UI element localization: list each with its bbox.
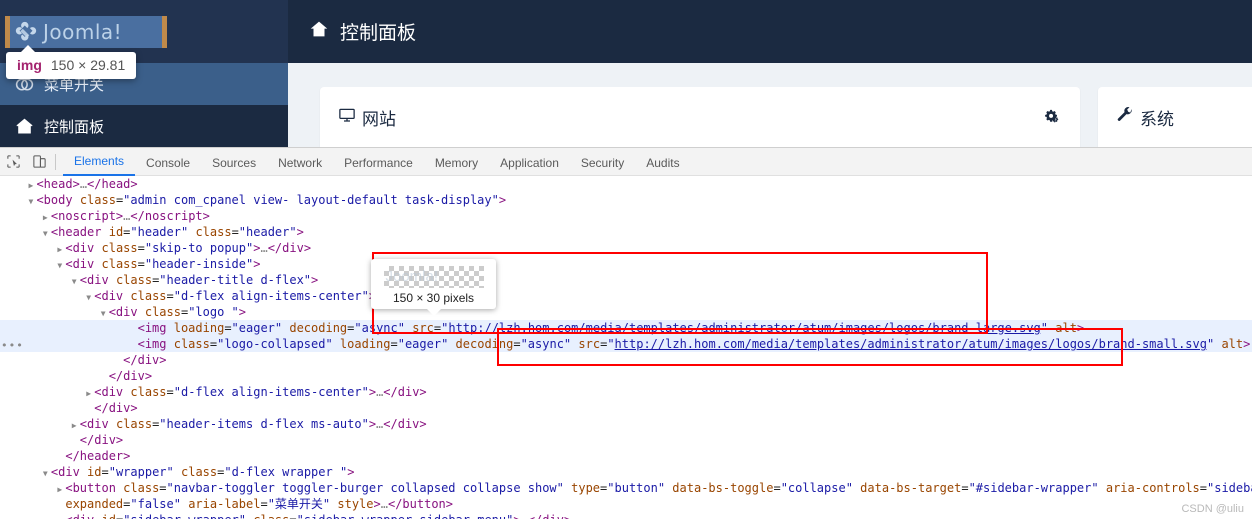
dom-tree-line[interactable]: </div> [0, 400, 1252, 416]
site-panel: 网站 [320, 87, 1080, 147]
dom-tree-line[interactable]: ▶<div id="sidebar-wrapper" class="sideba… [0, 512, 1252, 519]
devtools-panel: Elements Console Sources Network Perform… [0, 147, 1252, 519]
system-panel-header: 系统 [1098, 87, 1252, 147]
dom-tree-line[interactable]: ▼ <div class="header-title d-flex"> [0, 272, 1252, 288]
dom-tree-line[interactable]: </div> [0, 352, 1252, 368]
tab-elements[interactable]: Elements [63, 148, 136, 176]
image-preview-tooltip: Joomla! 150 × 30 pixels [371, 259, 496, 316]
logo-selection-highlight: Joomla! [5, 16, 167, 48]
dom-tree-line[interactable]: ▶ <div class="skip-to popup">…</div> [0, 240, 1252, 256]
element-dimension-tooltip: img 150 × 29.81 [6, 45, 137, 79]
home-icon [14, 116, 44, 137]
monitor-icon [338, 106, 356, 129]
tab-network[interactable]: Network [267, 150, 333, 176]
dom-tree-line[interactable]: ▼ <div class="header-inside"> [0, 256, 1252, 272]
dom-tree-line[interactable]: <img loading="eager" decoding="async" sr… [0, 320, 1252, 336]
tab-console[interactable]: Console [135, 150, 201, 176]
dom-tree-line[interactable]: </div> [0, 432, 1252, 448]
site-panel-header: 网站 [320, 87, 1080, 147]
dom-tree-line[interactable]: ▶ <noscript>…</noscript> [0, 208, 1252, 224]
page-header: 控制面板 [288, 0, 1252, 63]
inspect-element-icon[interactable] [0, 149, 26, 175]
tab-audits[interactable]: Audits [635, 150, 690, 176]
devtools-toolbar: Elements Console Sources Network Perform… [0, 148, 1252, 176]
logo-image-highlight: Joomla! [10, 16, 162, 48]
tab-memory[interactable]: Memory [424, 150, 489, 176]
joomla-brand-icon [15, 21, 37, 41]
dom-tree-line[interactable]: ▶ <div class="d-flex align-items-center">… [0, 384, 1252, 400]
devtools-tabs: Elements Console Sources Network Perform… [63, 148, 691, 176]
watermark: CSDN @uliu [1181, 503, 1244, 515]
dom-tree-line[interactable]: ▼ <header id="header" class="header"> [0, 224, 1252, 240]
page-title: 控制面板 [340, 23, 417, 44]
panel-title-text: 系统 [1140, 109, 1174, 129]
dom-tree-line[interactable]: ••• <img class="logo-collapsed" loading=… [0, 336, 1252, 352]
device-toolbar-icon[interactable] [26, 149, 52, 175]
site-panel-title: 网站 [338, 105, 396, 130]
admin-content: 控制面板 网站 系统 [288, 0, 1252, 147]
dom-tree-line[interactable]: ▼ <body class="admin com_cpanel view- lay… [0, 192, 1252, 208]
image-preview-thumbnail: Joomla! [383, 266, 484, 288]
panel-title-text: 网站 [362, 109, 396, 129]
screenshot-root: Joomla! 菜单开关 控制面板 控制面板 网站 系统 img 150 × 2… [0, 0, 1252, 519]
dom-tree-line[interactable]: ▼<div class="d-flex align-items-center"> [0, 288, 1252, 304]
toolbar-divider [55, 153, 56, 170]
logo-wordmark: Joomla! [43, 20, 123, 44]
logo-ghost-preview: Joomla! [385, 268, 439, 285]
tooltip-tag-name: img [17, 57, 42, 73]
tab-performance[interactable]: Performance [333, 150, 424, 176]
system-panel-title: 系统 [1116, 105, 1174, 130]
dom-tree-line[interactable]: ▼ <div id="wrapper" class="d-flex wrapper… [0, 464, 1252, 480]
home-icon [308, 18, 330, 45]
dom-tree-line[interactable]: expanded="false" aria-label="菜单开关" style… [0, 496, 1252, 512]
tab-security[interactable]: Security [570, 150, 635, 176]
dom-tree-line[interactable]: ▶ <button class="navbar-toggler toggler-b… [0, 480, 1252, 496]
dom-tree-line[interactable]: ▼ <div class="logo "> [0, 304, 1252, 320]
dom-tree-line[interactable]: </header> [0, 448, 1252, 464]
tab-sources[interactable]: Sources [201, 150, 267, 176]
tooltip-dimensions: 150 × 29.81 [50, 57, 126, 73]
image-preview-caption: 150 × 30 pixels [392, 291, 475, 305]
dom-tree[interactable]: ▶ <head>…</head> ▼ <body class="admin com_… [0, 176, 1252, 519]
sidebar-item-label: 控制面板 [44, 118, 105, 136]
wrench-icon [1116, 106, 1134, 129]
joomla-admin-page: Joomla! 菜单开关 控制面板 控制面板 网站 系统 img 150 × 2… [0, 0, 1252, 147]
dom-tree-line[interactable]: </div> [0, 368, 1252, 384]
dom-tree-line[interactable]: ▶ <head>…</head> [0, 176, 1252, 192]
sidebar-item-control-panel[interactable]: 控制面板 [0, 105, 288, 147]
system-panel: 系统 [1098, 87, 1252, 147]
tab-application[interactable]: Application [489, 150, 570, 176]
cogs-icon [1045, 109, 1059, 123]
dom-tree-line[interactable]: ▶ <div class="header-items d-flex ms-auto… [0, 416, 1252, 432]
site-panel-options-button[interactable] [1042, 107, 1062, 127]
